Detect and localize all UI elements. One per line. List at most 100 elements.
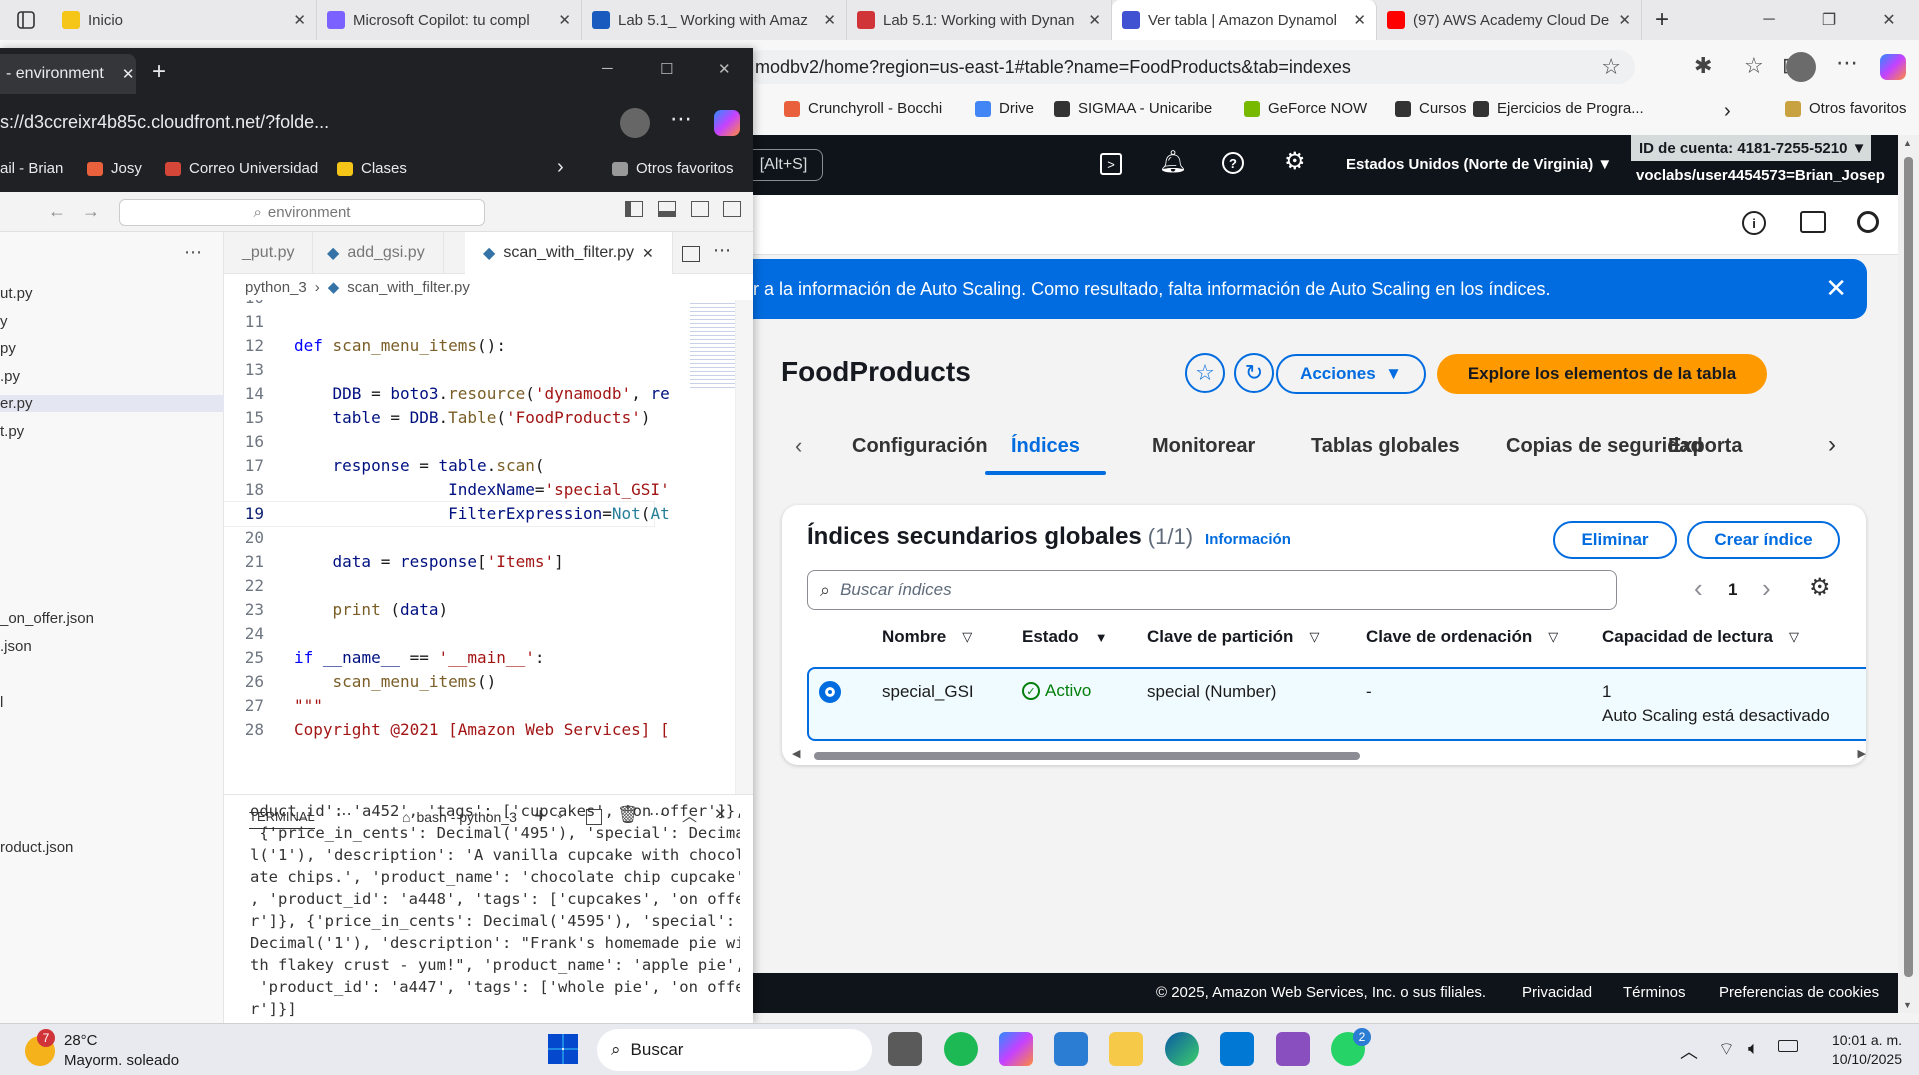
bookmark-item[interactable]: SIGMAA - Unicaribe — [1054, 100, 1212, 117]
search-shortcut[interactable]: [Alt+S] — [745, 149, 823, 181]
minimize-button[interactable]: ─ — [602, 60, 613, 77]
account-id-badge[interactable]: ID de cuenta: 4181-7255-5210 ▼ — [1631, 135, 1871, 161]
column-header[interactable]: Nombre ▽ — [882, 627, 972, 647]
avatar[interactable] — [620, 108, 650, 138]
preferences-icon[interactable] — [1857, 211, 1879, 233]
tab-2[interactable]: Monitorear — [1152, 417, 1255, 475]
footer-cookies-link[interactable]: Preferencias de cookies — [1719, 984, 1879, 1001]
sort-icon[interactable]: ▽ — [962, 629, 972, 645]
close-icon[interactable]: ✕ — [293, 11, 306, 29]
browser-tab[interactable]: Lab 5.1_ Working with Amaz ✕ — [582, 0, 847, 40]
explorer-file[interactable]: roduct.json — [0, 839, 73, 856]
scroll-down-icon[interactable]: ▼ — [1903, 1000, 1912, 1010]
prev-page-icon[interactable]: ‹ — [1694, 573, 1703, 604]
explorer-more-icon[interactable]: ⋯ — [184, 242, 202, 263]
bookmark-item[interactable]: Otros favoritos — [1785, 100, 1907, 117]
browser-tab[interactable]: (97) AWS Academy Cloud De ✕ — [1377, 0, 1642, 40]
horizontal-scrollbar[interactable]: ◀ ▶ — [792, 747, 1866, 761]
sort-icon[interactable]: ▽ — [1309, 629, 1319, 645]
layout-icon[interactable] — [723, 201, 741, 217]
explorer-file[interactable]: ut.py — [0, 285, 33, 302]
scroll-right-icon[interactable]: ▶ — [1858, 747, 1866, 760]
favorites-icon[interactable]: ☆ — [1744, 53, 1764, 79]
tab-0[interactable]: Configuración — [852, 417, 988, 475]
column-header[interactable]: Estado ▼ — [1022, 627, 1108, 647]
explorer-file[interactable]: er.py — [0, 395, 224, 412]
code-editor[interactable]: 10 11 12 def scan_menu_items(): 13 14 DDB = b… — [224, 300, 686, 794]
scroll-thumb[interactable] — [814, 752, 1360, 760]
copilot-app-icon[interactable] — [999, 1032, 1033, 1066]
close-icon[interactable]: ✕ — [122, 65, 135, 83]
explorer-file[interactable]: y — [0, 313, 8, 330]
explorer-file[interactable]: .py — [0, 368, 20, 385]
close-icon[interactable]: ✕ — [558, 11, 571, 29]
browser-tab[interactable]: Ver tabla | Amazon Dynamol ✕ — [1112, 0, 1377, 40]
table-settings-gear-icon[interactable]: ⚙ — [1809, 573, 1831, 602]
bookmark-item[interactable]: Ejercicios de Progra... — [1473, 100, 1644, 117]
copilot-icon[interactable] — [714, 110, 740, 136]
tab-3[interactable]: Tablas globales — [1311, 417, 1460, 475]
vs-url[interactable]: s://d3ccreixr4b85c.cloudfront.net/?folde… — [0, 112, 329, 133]
battery-icon[interactable] — [1778, 1040, 1798, 1052]
create-index-button[interactable]: Crear índice — [1687, 521, 1840, 559]
bookmark-item[interactable]: Otros favoritos — [612, 160, 734, 177]
search-input[interactable]: ⌕ Buscar índices — [807, 570, 1617, 610]
toggle-sidebar-icon[interactable] — [625, 201, 643, 217]
weather-temp[interactable]: 28°C — [64, 1032, 98, 1049]
footer-privacy-link[interactable]: Privacidad — [1522, 984, 1592, 1001]
more-icon[interactable]: ⋯ — [670, 106, 692, 132]
bookmarks-overflow-icon[interactable]: › — [1724, 100, 1731, 123]
info-link[interactable]: Información — [1205, 531, 1291, 548]
bookmark-item[interactable]: ail - Brian — [0, 160, 63, 177]
new-tab-button[interactable]: + — [152, 58, 166, 86]
copilot-icon[interactable] — [1880, 54, 1906, 80]
bookmark-item[interactable]: Correo Universidad — [165, 160, 318, 177]
minimap[interactable] — [690, 300, 735, 390]
explore-items-button[interactable]: Explore los elementos de la tabla — [1437, 354, 1767, 394]
column-header[interactable]: Clave de partición ▽ — [1147, 627, 1319, 647]
command-search[interactable]: ⌕ environment — [119, 199, 485, 226]
column-header[interactable]: Clave de ordenación ▽ — [1366, 627, 1558, 647]
toggle-panel-icon[interactable] — [658, 201, 676, 217]
close-icon[interactable]: ✕ — [823, 11, 836, 29]
taskbar-search[interactable]: ⌕ Buscar — [597, 1029, 872, 1071]
browser-tab[interactable]: Lab 5.1: Working with Dynan ✕ — [847, 0, 1112, 40]
vscode-icon[interactable] — [1220, 1032, 1254, 1066]
bookmark-item[interactable]: GeForce NOW — [1244, 100, 1367, 117]
store-icon[interactable] — [1054, 1032, 1088, 1066]
browser-tab[interactable]: Inicio ✕ — [52, 0, 317, 40]
bookmark-item[interactable]: Clases — [337, 160, 407, 177]
editor-tab[interactable]: _put.py — [224, 232, 314, 274]
delete-button[interactable]: Eliminar — [1553, 521, 1677, 559]
info-icon[interactable]: i — [1742, 211, 1766, 235]
cloudshell-icon[interactable]: > — [1100, 153, 1122, 175]
explorer-file[interactable]: t.py — [0, 423, 24, 440]
sort-icon[interactable]: ▼ — [1095, 630, 1108, 645]
editor-scrollbar[interactable] — [735, 300, 753, 794]
row-radio[interactable] — [819, 681, 841, 703]
actions-button[interactable]: Acciones ▼ — [1276, 354, 1426, 394]
page-number[interactable]: 1 — [1728, 580, 1737, 600]
close-icon[interactable]: ✕ — [1353, 11, 1366, 29]
favorite-star-icon[interactable]: ☆ — [1601, 54, 1621, 80]
extensions-icon[interactable]: ✱ — [1694, 53, 1712, 79]
vs-tab[interactable]: - environment ✕ — [0, 54, 136, 94]
scroll-left-icon[interactable]: ◀ — [792, 747, 800, 760]
close-window-button[interactable]: ✕ — [1859, 0, 1919, 40]
table-row[interactable]: special_GSI ✓ Activo special (Number) - 1… — [807, 667, 1866, 741]
close-icon[interactable]: ✕ — [642, 245, 654, 262]
avatar[interactable] — [1786, 52, 1816, 82]
sort-icon[interactable]: ▽ — [1548, 629, 1558, 645]
clock-time[interactable]: 10:01 a. m. — [1822, 1032, 1902, 1048]
close-icon[interactable]: ✕ — [1088, 11, 1101, 29]
back-arrow-icon[interactable]: ← — [48, 201, 66, 222]
wifi-icon[interactable]: ⌔ — [1718, 1038, 1735, 1061]
sort-icon[interactable]: ▽ — [1789, 629, 1799, 645]
tab-5[interactable]: Exporta — [1668, 417, 1743, 475]
page-scrollbar[interactable]: ▲ ▼ — [1898, 135, 1919, 1013]
user-label[interactable]: voclabs/user4454573=Brian_Josep — [1636, 167, 1885, 184]
minimize-button[interactable]: ─ — [1739, 0, 1799, 40]
tabs-scroll-right-icon[interactable]: › — [1828, 431, 1836, 459]
more-icon[interactable]: ⋯ — [1836, 50, 1858, 76]
bookmarks-overflow-icon[interactable]: › — [557, 156, 564, 179]
